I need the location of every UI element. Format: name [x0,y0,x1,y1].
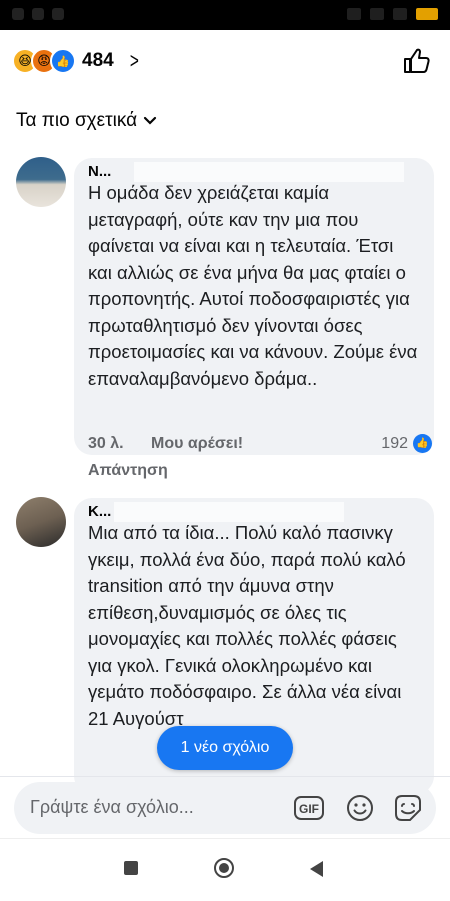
like-button[interactable]: Μου αρέσει! [151,435,243,453]
reactions-count: 484 [82,50,114,71]
comment-composer[interactable]: Γράψτε ένα σχόλιο... GIF [14,782,436,834]
comment-bubble[interactable]: Ν... Η ομάδα δεν χρειάζεται καμία μεταγρ… [74,158,434,455]
status-right-icons [347,8,438,20]
comments-sheet: 😆 😡 👍 484 > Τα πιο σχετικά Ν... Η ομάδα … [0,30,450,901]
like-badge-icon: 👍 [413,434,432,453]
divider [0,776,450,777]
notification-icon [12,8,24,20]
like-count-value: 192 [381,434,408,452]
gif-icon[interactable]: GIF [293,792,325,824]
comment-text: Η ομάδα δεν χρειάζεται καμία μεταγραφή, … [88,182,418,389]
comment-like-count[interactable]: 192 👍 [381,434,432,453]
reactions-summary[interactable]: 😆 😡 👍 484 > [12,48,141,74]
reply-button[interactable]: Απάντηση [88,462,168,480]
like-emoji-icon: 👍 [50,48,76,74]
commenter-avatar[interactable] [16,157,66,207]
battery-icon [416,8,438,20]
commenter-avatar[interactable] [16,497,66,547]
chevron-down-icon [144,116,157,125]
sort-dropdown[interactable]: Τα πιο σχετικά [16,110,157,132]
notification-icon [52,8,64,20]
comment-text: Μια από τα ίδια... Πολύ καλό πασινκγ γκε… [88,522,406,729]
sticker-icon[interactable] [392,792,424,824]
chevron-right-icon: > [129,48,139,73]
comment-input[interactable]: Γράψτε ένα σχόλιο... [30,797,194,818]
emoji-icon[interactable] [344,792,376,824]
gif-label: GIF [299,802,319,816]
signal-icon [370,8,384,20]
wifi-icon [393,8,407,20]
status-left-icons [12,8,64,20]
status-bar [0,0,450,30]
like-outline-icon[interactable] [402,46,432,76]
notification-icon [32,8,44,20]
home-icon[interactable] [214,858,234,878]
alarm-icon [347,8,361,20]
comment-author[interactable]: Ν... [88,163,111,180]
recents-icon[interactable] [124,861,138,875]
comment-time: 30 λ. [88,435,124,452]
back-icon[interactable] [310,861,323,877]
android-nav-bar [0,838,450,901]
redaction-mark [134,162,404,182]
sort-label: Τα πιο σχετικά [16,110,138,131]
new-comments-button[interactable]: 1 νέο σχόλιο [157,726,293,770]
comment-author[interactable]: Κ... [88,503,111,520]
redaction-mark [114,502,344,522]
